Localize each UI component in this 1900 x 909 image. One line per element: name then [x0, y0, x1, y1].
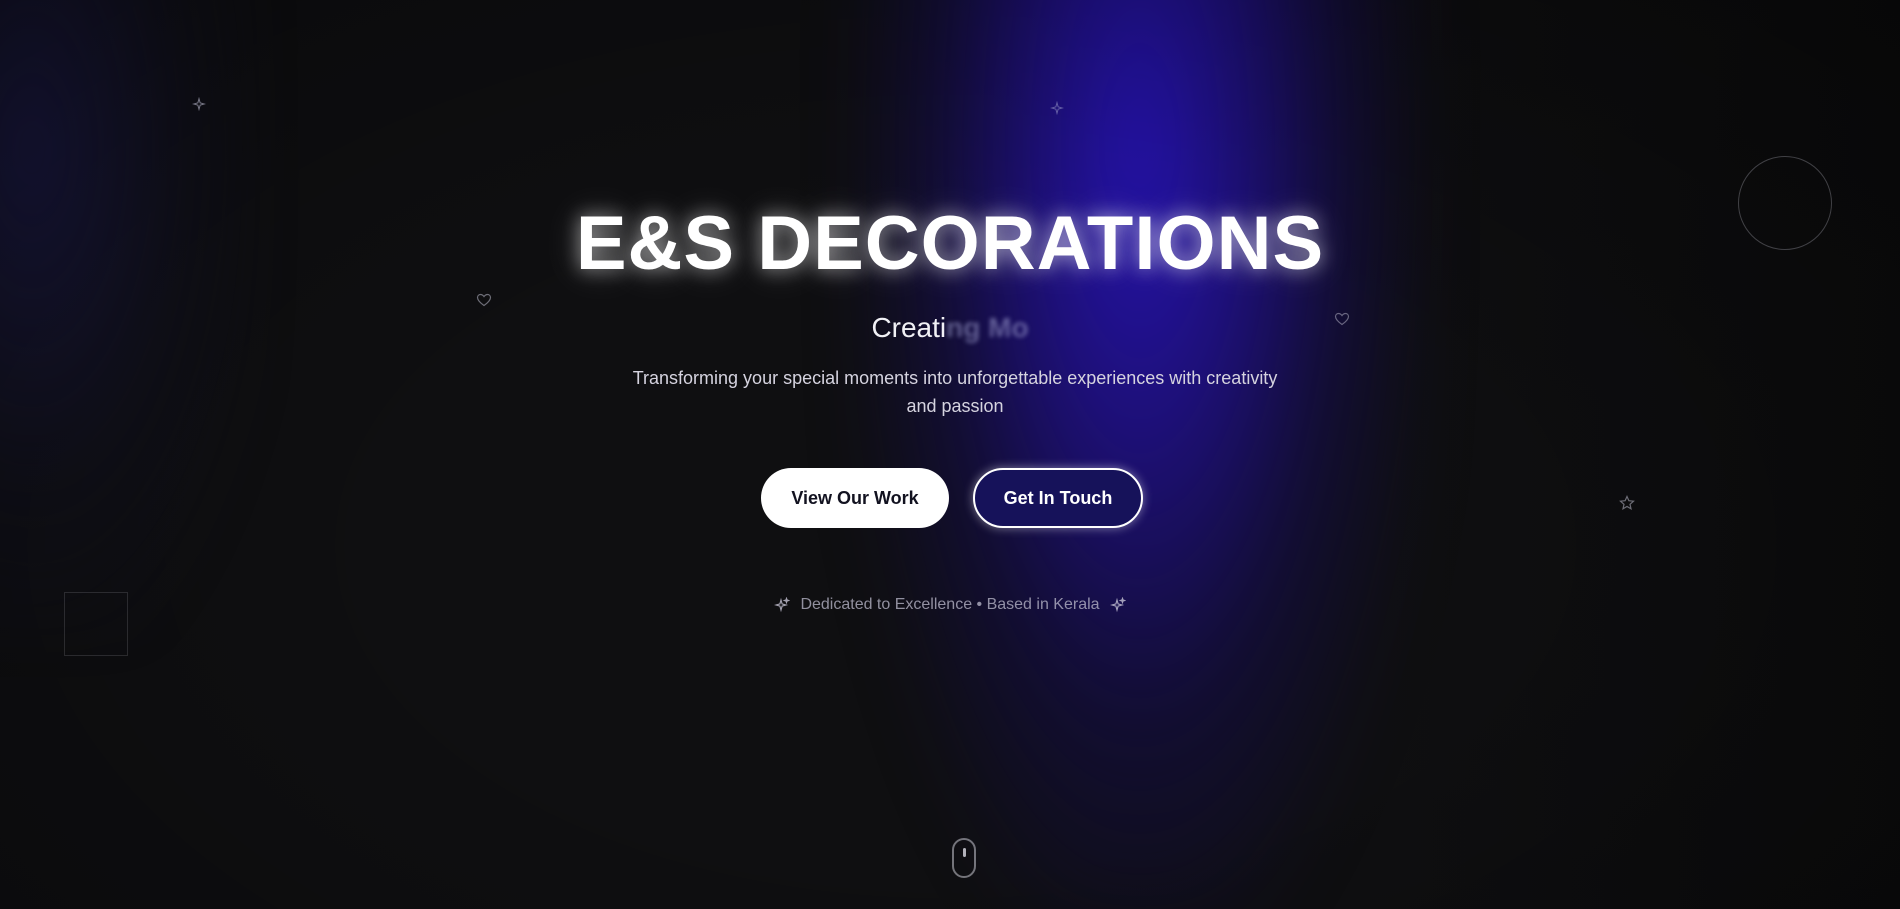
mouse-scroll-icon[interactable]	[952, 838, 976, 878]
hero-section: E&S DECORATIONS Creating Mo Transforming…	[0, 0, 1900, 909]
typing-text-visible: Creati	[871, 312, 947, 343]
sparkles-icon	[1109, 597, 1126, 613]
sparkles-icon	[774, 597, 791, 613]
hero-content: E&S DECORATIONS Creating Mo Transforming…	[0, 0, 1900, 909]
typing-text: Creating Mo	[0, 312, 1900, 344]
view-our-work-button[interactable]: View Our Work	[761, 468, 949, 528]
hero-subtitle: Transforming your special moments into u…	[632, 368, 1278, 416]
typing-text-faded: ng Mo	[946, 312, 1029, 343]
get-in-touch-button[interactable]: Get In Touch	[973, 468, 1143, 528]
tagline: Dedicated to Excellence • Based in Keral…	[0, 596, 1900, 614]
brand-title: E&S DECORATIONS	[575, 201, 1325, 286]
mouse-wheel	[963, 848, 966, 857]
tagline-text: Dedicated to Excellence • Based in Keral…	[800, 596, 1100, 613]
